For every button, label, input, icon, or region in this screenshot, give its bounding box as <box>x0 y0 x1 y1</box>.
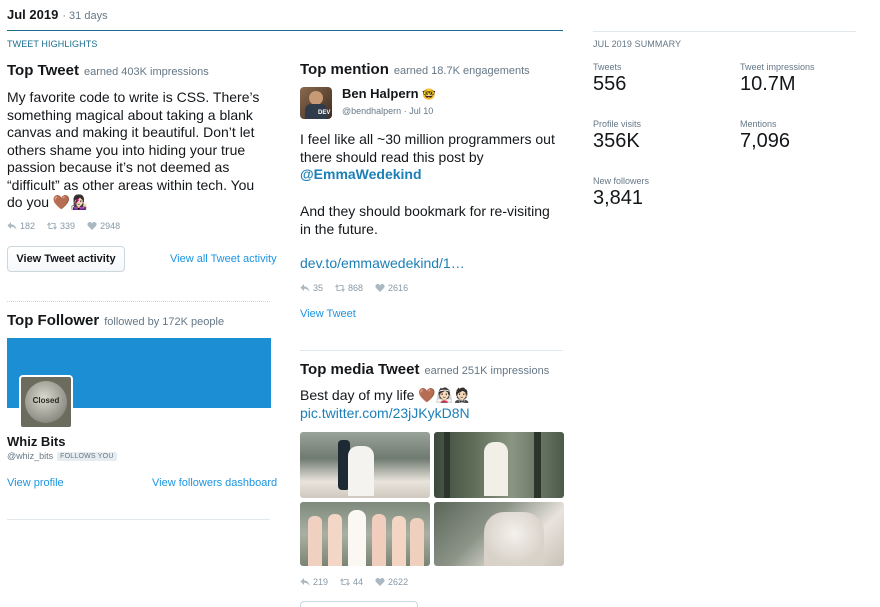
follower-name[interactable]: Whiz Bits <box>7 434 66 449</box>
media-tweet-text: Best day of my life 🤎👰🏻🤵🏻 <box>300 387 471 403</box>
view-tweet-link[interactable]: View Tweet <box>300 308 356 320</box>
mention-handle-link[interactable]: @EmmaWedekind <box>300 166 422 182</box>
top-tweet-heading: Top Tweet earned 403K impressions <box>7 62 271 80</box>
like-count: 2616 <box>375 283 408 293</box>
impressions-value: 10.7M <box>740 73 796 95</box>
reply-count: 182 <box>7 221 35 231</box>
follower-handle-row: @whiz_bits FOLLOWS YOU <box>7 451 117 461</box>
top-follower-heading: Top Follower followed by 172K people <box>7 312 271 330</box>
view-tweet-activity-button[interactable]: View Tweet activity <box>7 246 125 272</box>
media-pic-link[interactable]: pic.twitter.com/23jJKykD8N <box>300 405 470 423</box>
mention-author[interactable]: Ben Halpern 🤓 <box>342 86 436 101</box>
profile-visits-value: 356K <box>593 130 640 152</box>
mention-text-line2: And they should bookmark for re-visiting… <box>300 203 550 237</box>
reply-icon <box>7 222 17 230</box>
month-label: Jul 2019 <box>7 7 59 22</box>
section-divider <box>7 519 270 520</box>
wedding-photo-2[interactable] <box>434 432 564 498</box>
heart-icon <box>375 578 385 586</box>
heart-icon <box>375 284 385 292</box>
summary-new-followers: New followers 3,841 <box>593 176 649 210</box>
follower-avatar[interactable]: Closed <box>19 375 73 429</box>
summary-divider <box>593 31 856 32</box>
avatar-closed-sign: Closed <box>32 396 60 405</box>
retweet-count: 44 <box>340 577 363 587</box>
view-profile-link[interactable]: View profile <box>7 477 64 489</box>
nerd-emoji: 🤓 <box>422 89 436 101</box>
mentions-label: Mentions <box>740 119 777 129</box>
mention-text: I feel like all ~30 million programmers … <box>300 131 564 184</box>
header-divider <box>7 30 563 31</box>
top-mention-heading: Top mention earned 18.7K engagements <box>300 61 564 79</box>
media-stats: 219 44 2622 <box>300 577 408 587</box>
summary-impressions: Tweet impressions 10.7M <box>740 62 815 96</box>
reply-icon <box>300 284 310 292</box>
summary-profile-visits: Profile visits 356K <box>593 119 641 153</box>
impressions-label: Tweet impressions <box>740 62 815 72</box>
top-media-title: Top media Tweet <box>300 361 420 378</box>
tweets-value: 556 <box>593 73 627 95</box>
wedding-photo-1[interactable] <box>300 432 430 498</box>
mention-stats: 35 868 2616 <box>300 283 408 293</box>
heart-icon <box>87 222 97 230</box>
top-mention-title: Top mention <box>300 61 389 78</box>
media-activity-button-partial[interactable] <box>300 601 418 607</box>
top-tweet-title: Top Tweet <box>7 62 79 79</box>
month-title: Jul 2019 · 31 days <box>7 7 108 22</box>
top-media-subtitle: earned 251K impressions <box>424 365 550 377</box>
retweet-icon <box>47 222 57 230</box>
mention-date: · Jul 10 <box>403 106 434 116</box>
retweet-icon <box>340 578 350 586</box>
new-followers-label: New followers <box>593 176 650 186</box>
top-follower-subtitle: followed by 172K people <box>104 316 225 328</box>
like-count: 2948 <box>87 221 120 231</box>
mention-text-line1: I feel like all ~30 million programmers … <box>300 131 555 165</box>
dev-tag: DEV <box>318 110 331 116</box>
wedding-photo-3[interactable] <box>300 502 430 566</box>
retweet-count: 868 <box>335 283 363 293</box>
profile-visits-label: Profile visits <box>593 119 642 129</box>
tweets-label: Tweets <box>593 62 622 72</box>
follower-handle: @whiz_bits <box>7 451 54 461</box>
ben-avatar[interactable]: DEV <box>300 87 332 119</box>
mentions-value: 7,096 <box>740 130 791 152</box>
reply-count: 219 <box>300 577 328 587</box>
follows-you-badge: FOLLOWS YOU <box>57 451 117 461</box>
section-divider <box>300 350 563 351</box>
reply-count: 35 <box>300 283 323 293</box>
reply-icon <box>300 578 310 586</box>
view-all-tweet-activity-link[interactable]: View all Tweet activity <box>170 253 277 265</box>
summary-mentions: Mentions 7,096 <box>740 119 790 153</box>
mention-meta: @bendhalpern · Jul 10 <box>342 106 433 116</box>
summary-title: JUL 2019 SUMMARY <box>593 39 682 49</box>
top-tweet-text: My favorite code to write is CSS. There’… <box>7 89 260 210</box>
wedding-photo-4[interactable] <box>434 502 564 566</box>
new-followers-value: 3,841 <box>593 187 644 209</box>
month-days: · 31 days <box>62 10 108 22</box>
section-divider <box>7 301 270 302</box>
mention-handle: @bendhalpern <box>342 106 402 116</box>
retweet-count: 339 <box>47 221 75 231</box>
like-count: 2622 <box>375 577 408 587</box>
author-name: Ben Halpern <box>342 86 419 101</box>
top-follower-title: Top Follower <box>7 312 100 329</box>
retweet-icon <box>335 284 345 292</box>
mention-url-link[interactable]: dev.to/emmawedekind/1… <box>300 255 465 273</box>
top-mention-subtitle: earned 18.7K engagements <box>393 65 530 77</box>
top-media-heading: Top media Tweet earned 251K impressions <box>300 361 564 379</box>
top-tweet-stats: 182 339 2948 <box>7 221 120 231</box>
summary-tweets: Tweets 556 <box>593 62 626 96</box>
view-followers-dashboard-link[interactable]: View followers dashboard <box>152 477 277 489</box>
top-tweet-subtitle: earned 403K impressions <box>83 66 209 78</box>
tweet-highlights-label: TWEET HIGHLIGHTS <box>7 39 98 49</box>
